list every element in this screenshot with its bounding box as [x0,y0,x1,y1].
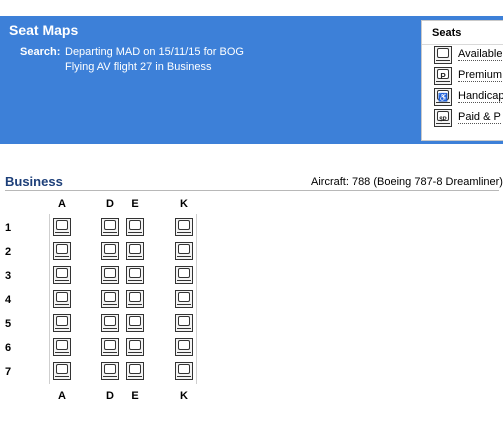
search-header: Seat Maps Search: Departing MAD on 15/11… [0,16,503,144]
seat-4D[interactable] [101,290,119,308]
seat-1D[interactable] [101,218,119,236]
seat-2D[interactable] [101,242,119,260]
seat-6D[interactable] [101,338,119,356]
row-number: 5 [5,318,12,330]
seat-7A[interactable] [53,362,71,380]
page-title: Seat Maps [9,22,79,38]
seat-6A[interactable] [53,338,71,356]
seat-legend: Seats Available P Premium ♿ Handicap $P Paid &… [421,20,503,141]
legend-item: ♿ Handicap [434,88,503,106]
seat-5D[interactable] [101,314,119,332]
aircraft-info: Aircraft: 788 (Boeing 787-8 Dreamliner) [311,176,503,188]
column-label-top: A [58,198,66,210]
seat-6E[interactable] [126,338,144,356]
seat-paid-icon: $P [434,109,452,132]
legend-label[interactable]: Paid & P [458,111,501,124]
legend-label[interactable]: Available [458,48,503,61]
seat-7K[interactable] [175,362,193,380]
seat-available-icon [434,46,452,69]
seat-premium-icon: P [434,67,452,90]
column-label-bottom: K [180,390,188,402]
row-number: 7 [5,366,12,378]
seat-1E[interactable] [126,218,144,236]
column-label-bottom: A [58,390,66,402]
seat-2A[interactable] [53,242,71,260]
seat-1A[interactable] [53,218,71,236]
search-label: Search: [20,46,61,58]
seat-2K[interactable] [175,242,193,260]
svg-text:♿: ♿ [438,92,448,102]
svg-text:$P: $P [439,117,446,123]
column-label-bottom: E [131,390,139,402]
column-label-top: K [180,198,188,210]
row-number: 1 [5,222,12,234]
cabin-divider [5,190,499,191]
seat-3D[interactable] [101,266,119,284]
seat-4A[interactable] [53,290,71,308]
seat-5A[interactable] [53,314,71,332]
legend-title: Seats [432,27,462,39]
row-number: 6 [5,342,12,354]
row-number: 4 [5,294,12,306]
search-summary-line2: Flying AV flight 27 in Business [65,61,212,73]
column-label-bottom: D [106,390,114,402]
row-number: 2 [5,246,12,258]
svg-text:P: P [440,72,446,81]
seat-5K[interactable] [175,314,193,332]
legend-label[interactable]: Handicap [458,90,503,103]
row-number: 3 [5,270,12,282]
cabin-wall [196,214,197,384]
seat-2E[interactable] [126,242,144,260]
search-summary-line1: Departing MAD on 15/11/15 for BOG [65,46,244,58]
seat-7E[interactable] [126,362,144,380]
seat-3E[interactable] [126,266,144,284]
column-label-top: D [106,198,114,210]
seat-handicap-icon: ♿ [434,88,452,111]
legend-item: P Premium [434,67,503,85]
legend-item: Available [434,46,503,64]
legend-item: $P Paid & P [434,109,503,127]
seat-1K[interactable] [175,218,193,236]
seat-7D[interactable] [101,362,119,380]
seat-4K[interactable] [175,290,193,308]
legend-label[interactable]: Premium [458,69,503,82]
legend-divider [422,44,503,45]
cabin-wall [49,214,50,384]
seat-4E[interactable] [126,290,144,308]
cabin-title: Business [5,174,63,189]
seat-3A[interactable] [53,266,71,284]
seat-5E[interactable] [126,314,144,332]
seat-6K[interactable] [175,338,193,356]
seat-3K[interactable] [175,266,193,284]
column-label-top: E [131,198,139,210]
